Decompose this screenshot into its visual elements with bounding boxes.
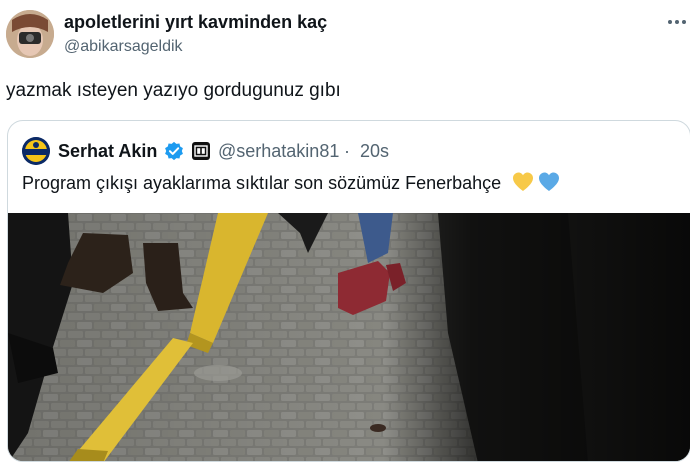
quoted-tweet-text: Program çıkışı ayaklarıma sıktılar son s…: [22, 173, 502, 193]
user-handle[interactable]: @abikarsageldik: [64, 38, 183, 56]
media-photo[interactable]: [8, 213, 690, 461]
affiliate-logo: [194, 145, 208, 157]
avatar[interactable]: [6, 10, 54, 58]
quoted-tweet[interactable]: Serhat Akin @serhatakin81 · 20s Program …: [7, 120, 690, 462]
quoted-handle[interactable]: @serhatakin81: [218, 141, 339, 162]
quoted-display-name[interactable]: Serhat Akin: [58, 141, 157, 162]
blue-heart-icon: [539, 172, 559, 191]
fenerbahce-logo-icon: [22, 137, 50, 165]
more-dot: [675, 20, 679, 24]
separator-dot: ·: [344, 141, 350, 161]
profile-photo: [6, 10, 54, 58]
heart-emojis: [513, 172, 559, 191]
timestamp[interactable]: 20s: [360, 141, 389, 162]
affiliate-badge-icon[interactable]: [192, 142, 210, 160]
verified-badge-icon: [165, 141, 183, 161]
tweet-text: yazmak ısteyen yazıyo gordugunuz gıbı: [6, 80, 341, 101]
more-icon[interactable]: [664, 10, 690, 34]
more-dot: [668, 20, 672, 24]
display-name[interactable]: apoletlerini yırt kavminden kaç: [64, 12, 327, 33]
quoted-avatar[interactable]: [22, 137, 50, 165]
more-dot: [682, 20, 686, 24]
street-photo: [8, 213, 690, 461]
yellow-heart-icon: [513, 172, 533, 191]
